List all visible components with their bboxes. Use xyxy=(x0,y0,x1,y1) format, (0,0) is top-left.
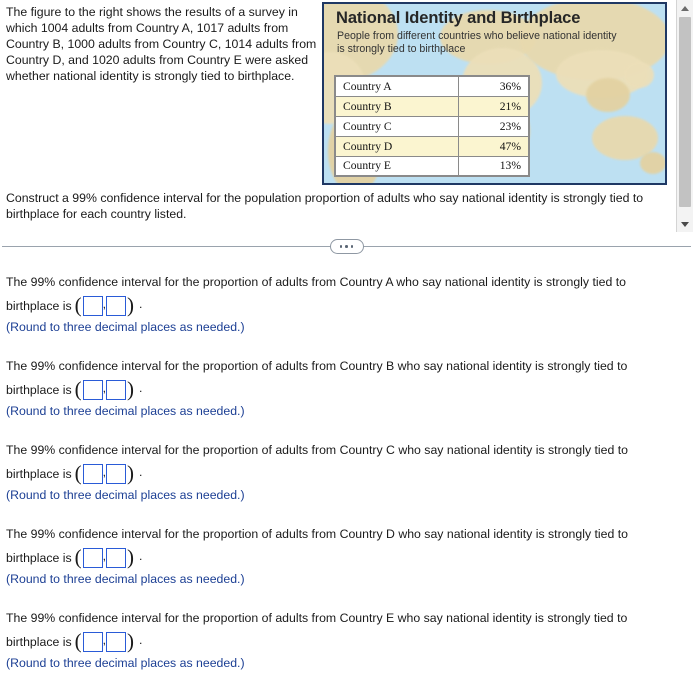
rounding-note: (Round to three decimal places as needed… xyxy=(6,404,245,418)
answer-block-country-d: The 99% confidence interval for the prop… xyxy=(6,524,693,588)
rounding-note: (Round to three decimal places as needed… xyxy=(6,488,245,502)
ci-lower-input[interactable] xyxy=(82,379,103,400)
table-row: Country B 21% xyxy=(334,95,530,117)
answer-block-country-b: The 99% confidence interval for the prop… xyxy=(6,356,693,420)
open-paren: ( xyxy=(74,461,82,485)
ci-lower-input[interactable] xyxy=(82,547,103,568)
answer-lead-text: birthplace is xyxy=(6,298,72,313)
ci-upper-input[interactable] xyxy=(106,547,127,568)
section-divider xyxy=(0,232,693,262)
answer-block-country-c: The 99% confidence interval for the prop… xyxy=(6,440,693,504)
country-value: 13% xyxy=(458,155,530,177)
problem-instruction: Construct a 99% confidence interval for … xyxy=(6,191,644,222)
period: . xyxy=(139,549,143,563)
close-paren: ) xyxy=(127,377,135,401)
country-label: Country C xyxy=(334,115,460,137)
country-value: 21% xyxy=(458,95,530,117)
dot-icon xyxy=(339,245,343,248)
scrollbar-thumb[interactable] xyxy=(679,17,691,207)
answer-input-line: birthplace is ( , ) . xyxy=(6,460,693,487)
answer-prompt-line: The 99% confidence interval for the prop… xyxy=(6,443,629,457)
figure-subtitle: People from different countries who beli… xyxy=(337,30,617,56)
ci-upper-input[interactable] xyxy=(106,463,127,484)
answer-prompt-line: The 99% confidence interval for the prop… xyxy=(6,359,628,373)
answer-input-line: birthplace is ( , ) . xyxy=(6,628,693,655)
dot-icon xyxy=(350,245,354,248)
ci-upper-input[interactable] xyxy=(106,295,127,316)
answer-lead-text: birthplace is xyxy=(6,466,72,481)
ci-lower-input[interactable] xyxy=(82,463,103,484)
divider-expand-button[interactable] xyxy=(329,239,364,254)
rounding-note: (Round to three decimal places as needed… xyxy=(6,656,245,670)
ci-upper-input[interactable] xyxy=(106,379,127,400)
country-label: Country E xyxy=(334,155,460,177)
period: . xyxy=(139,297,143,311)
open-paren: ( xyxy=(74,293,82,317)
close-paren: ) xyxy=(127,461,135,485)
scroll-up-icon[interactable] xyxy=(677,0,693,16)
answer-block-country-a: The 99% confidence interval for the prop… xyxy=(6,272,693,336)
scroll-down-icon[interactable] xyxy=(677,216,693,232)
answer-section: The 99% confidence interval for the prop… xyxy=(0,262,693,672)
country-label: Country B xyxy=(334,95,460,117)
ci-lower-input[interactable] xyxy=(82,295,103,316)
period: . xyxy=(139,465,143,479)
table-row: Country E 13% xyxy=(334,155,530,177)
answer-prompt-line: The 99% confidence interval for the prop… xyxy=(6,611,628,625)
figure-data-table: Country A 36% Country B 21% Country C 23… xyxy=(334,75,530,177)
table-row: Country C 23% xyxy=(334,115,530,137)
close-paren: ) xyxy=(127,545,135,569)
country-label: Country A xyxy=(334,75,460,97)
figure-title: National Identity and Birthplace xyxy=(336,9,581,27)
answer-lead-text: birthplace is xyxy=(6,550,72,565)
close-paren: ) xyxy=(127,629,135,653)
answer-input-line: birthplace is ( , ) . xyxy=(6,376,693,403)
country-value: 47% xyxy=(458,135,530,157)
ci-upper-input[interactable] xyxy=(106,631,127,652)
table-row: Country D 47% xyxy=(334,135,530,157)
ci-lower-input[interactable] xyxy=(82,631,103,652)
problem-pane: The figure to the right shows the result… xyxy=(0,0,693,232)
period: . xyxy=(139,633,143,647)
answer-input-line: birthplace is ( , ) . xyxy=(6,544,693,571)
rounding-note: (Round to three decimal places as needed… xyxy=(6,572,245,586)
rounding-note: (Round to three decimal places as needed… xyxy=(6,320,245,334)
answer-block-country-e: The 99% confidence interval for the prop… xyxy=(6,608,693,672)
survey-figure: National Identity and Birthplace People … xyxy=(322,2,667,185)
country-label: Country D xyxy=(334,135,460,157)
answer-lead-text: birthplace is xyxy=(6,634,72,649)
problem-statement: The figure to the right shows the result… xyxy=(6,5,317,84)
problem-pane-scrollbar[interactable] xyxy=(676,0,693,232)
dot-icon xyxy=(345,245,348,248)
answer-lead-text: birthplace is xyxy=(6,382,72,397)
open-paren: ( xyxy=(74,377,82,401)
open-paren: ( xyxy=(74,629,82,653)
country-value: 36% xyxy=(458,75,530,97)
answer-input-line: birthplace is ( , ) . xyxy=(6,292,693,319)
period: . xyxy=(139,381,143,395)
country-value: 23% xyxy=(458,115,530,137)
close-paren: ) xyxy=(127,293,135,317)
answer-prompt-line: The 99% confidence interval for the prop… xyxy=(6,275,626,289)
open-paren: ( xyxy=(74,545,82,569)
table-row: Country A 36% xyxy=(334,75,530,97)
answer-prompt-line: The 99% confidence interval for the prop… xyxy=(6,527,629,541)
